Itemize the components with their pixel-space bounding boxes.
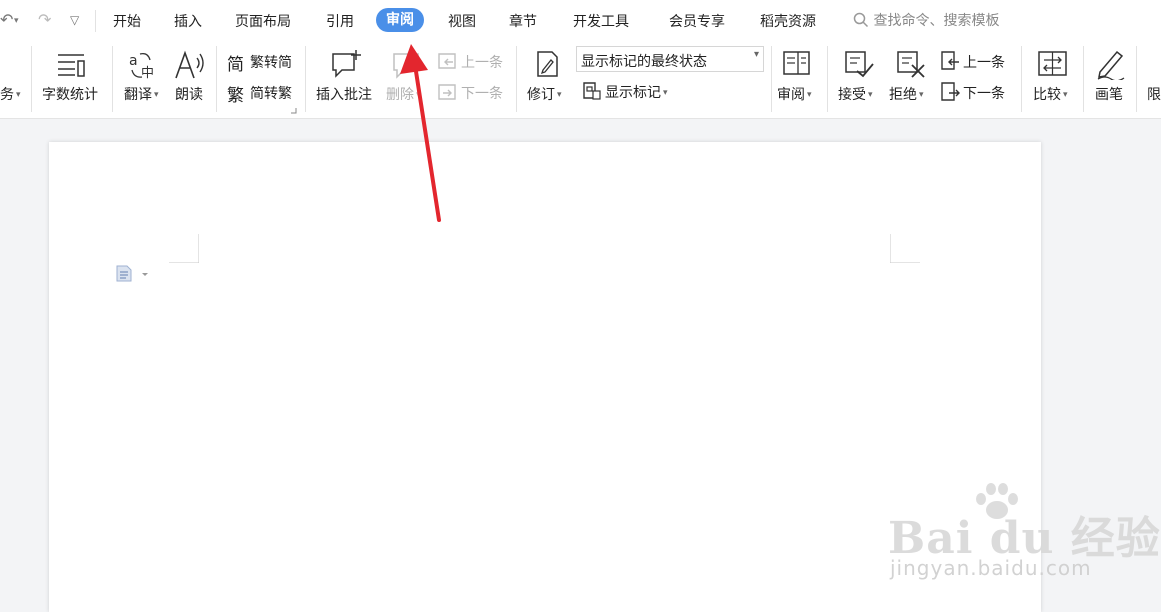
accept-change-icon xyxy=(845,51,874,78)
previous-change-icon xyxy=(941,51,959,70)
search-icon xyxy=(853,12,869,28)
baidu-watermark: Bai du 经验 jingyan.baidu.com xyxy=(888,482,1160,592)
translate-icon: a 中 xyxy=(129,52,154,80)
review-ribbon: 务 ▾ 字数统计 a 中 翻译 ▾ 朗读 简 繁转简 繁 简转繁 插入批注 删除… xyxy=(0,42,1161,119)
tab-review[interactable]: 审阅 xyxy=(376,8,424,32)
ribbon-separator xyxy=(516,46,517,112)
track-changes-icon xyxy=(537,51,558,77)
word-count-icon xyxy=(58,54,85,77)
margin-corner-top-right xyxy=(890,234,920,263)
annotation-arrow xyxy=(400,44,441,222)
restrict-editing-button[interactable]: 限 xyxy=(1147,84,1161,104)
tab-developer[interactable]: 开发工具 xyxy=(573,10,629,34)
previous-comment-button[interactable]: 上一条 xyxy=(461,52,503,72)
svg-text:中: 中 xyxy=(141,66,154,80)
tab-chapter[interactable]: 章节 xyxy=(509,10,537,34)
reject-change-button[interactable]: 拒绝 ▾ xyxy=(889,84,924,104)
task-pane-button[interactable]: 务 ▾ xyxy=(0,84,21,104)
simp-to-trad-button[interactable]: 简转繁 xyxy=(250,83,292,103)
tab-page-layout[interactable]: 页面布局 xyxy=(235,10,291,34)
quick-access-customize-icon[interactable]: ▽ xyxy=(70,13,79,27)
next-comment-button[interactable]: 下一条 xyxy=(461,83,503,103)
ribbon-separator xyxy=(1021,46,1022,112)
paragraph-layout-icon xyxy=(116,265,148,282)
watermark-url: jingyan.baidu.com xyxy=(890,556,1092,580)
previous-change-button[interactable]: 上一条 xyxy=(963,52,1005,72)
show-markup-icon xyxy=(583,82,601,100)
menu-separator xyxy=(95,10,96,32)
compare-icon xyxy=(1038,51,1067,76)
markup-state-select[interactable]: 显示标记的最终状态 ▾ xyxy=(576,46,764,72)
tab-references[interactable]: 引用 xyxy=(326,10,354,34)
reject-change-icon xyxy=(897,51,925,78)
pen-icon xyxy=(1097,50,1125,80)
read-aloud-icon xyxy=(175,50,204,79)
read-aloud-button[interactable]: 朗读 xyxy=(175,84,203,104)
redo-icon[interactable]: ↷ xyxy=(38,10,51,29)
reviewing-pane-icon xyxy=(783,51,810,75)
markup-state-value: 显示标记的最终状态 xyxy=(581,54,707,70)
word-count-button[interactable]: 字数统计 xyxy=(42,84,98,104)
ribbon-separator xyxy=(305,46,306,112)
paragraph-layout-button[interactable] xyxy=(115,264,151,288)
ribbon-separator xyxy=(112,46,113,112)
ribbon-separator xyxy=(1083,46,1084,112)
undo-dropdown-icon[interactable]: ▾ xyxy=(14,16,19,26)
ink-button[interactable]: 画笔 xyxy=(1095,84,1123,104)
margin-corner-top-left xyxy=(169,234,199,263)
next-change-button[interactable]: 下一条 xyxy=(963,83,1005,103)
ribbon-separator xyxy=(216,46,217,112)
chevron-down-icon: ▾ xyxy=(753,49,759,60)
svg-text:a: a xyxy=(129,53,138,69)
menu-bar: ↶ ▾ ↷ ▽ 开始 插入 页面布局 引用 审阅 视图 章节 开发工具 会员专享… xyxy=(0,0,1161,42)
ribbon-separator xyxy=(31,46,32,112)
insert-comment-button[interactable]: 插入批注 xyxy=(316,84,372,104)
next-change-icon xyxy=(941,82,960,101)
tab-home[interactable]: 开始 xyxy=(113,10,141,34)
trad-to-simp-button[interactable]: 繁转简 xyxy=(250,52,292,72)
search-placeholder: 查找命令、搜索模板 xyxy=(873,13,1000,29)
translate-button[interactable]: 翻译 ▾ xyxy=(124,84,159,104)
tab-member[interactable]: 会员专享 xyxy=(669,10,725,34)
simp-to-trad-icon: 繁 xyxy=(227,86,244,106)
undo-icon[interactable]: ↶ xyxy=(0,10,13,29)
accept-change-button[interactable]: 接受 ▾ xyxy=(838,84,873,104)
ribbon-separator xyxy=(827,46,828,112)
trad-to-simp-icon: 简 xyxy=(227,55,244,75)
insert-comment-icon xyxy=(332,50,361,78)
ribbon-separator xyxy=(771,46,772,112)
tab-insert[interactable]: 插入 xyxy=(174,10,202,34)
dialog-launcher-icon[interactable] xyxy=(291,108,297,114)
track-changes-button[interactable]: 修订 ▾ xyxy=(527,84,562,104)
tab-docer-resources[interactable]: 稻壳资源 xyxy=(760,10,816,34)
compare-button[interactable]: 比较 ▾ xyxy=(1033,84,1068,104)
ribbon-separator xyxy=(1136,46,1137,112)
show-markup-button[interactable]: 显示标记 ▾ xyxy=(605,82,668,102)
command-search[interactable]: 查找命令、搜索模板 xyxy=(853,10,999,30)
reviewing-pane-button[interactable]: 审阅 ▾ xyxy=(777,84,812,104)
